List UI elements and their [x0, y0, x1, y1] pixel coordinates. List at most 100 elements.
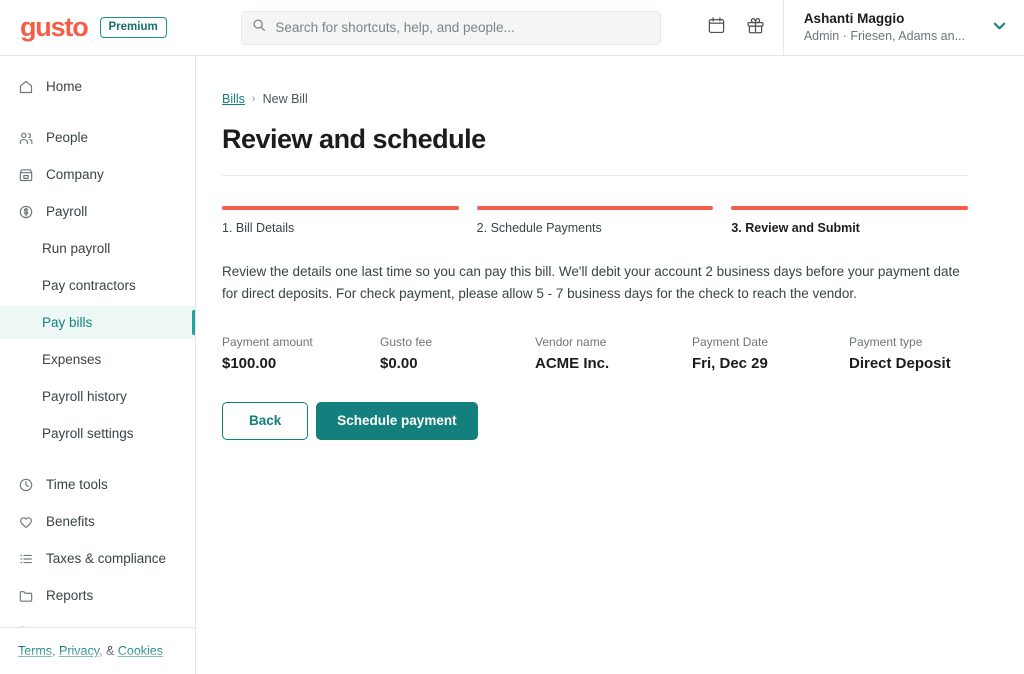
- summary-value: Fri, Dec 29: [692, 354, 768, 372]
- user-name: Ashanti Maggio: [803, 10, 905, 26]
- search-input[interactable]: [275, 20, 651, 35]
- title-divider: [222, 175, 968, 176]
- grid-plus-icon: [18, 625, 34, 627]
- brand-zone: gusto Premium: [0, 14, 196, 41]
- sidebar-nav[interactable]: Home People Company Payroll Run payroll Pay c…: [0, 56, 195, 627]
- sidebar-item-label: Payroll history: [42, 389, 127, 404]
- user-menu[interactable]: Ashanti Maggio Admin · Friesen, Adams an…: [784, 0, 1024, 56]
- summary-value: $0.00: [380, 354, 418, 372]
- user-info: Ashanti Maggio Admin · Friesen, Adams an…: [804, 10, 965, 45]
- gusto-logo[interactable]: gusto: [20, 14, 89, 41]
- sidebar-item-payroll-settings[interactable]: Payroll settings: [0, 417, 195, 450]
- sidebar-item-payroll-history[interactable]: Payroll history: [0, 380, 195, 413]
- top-bar-icons: [707, 16, 783, 40]
- summary-field-vendor-name: Vendor name ACME Inc.: [535, 335, 692, 372]
- summary-field-payment-type: Payment type Direct Deposit: [849, 335, 1009, 372]
- step-1[interactable]: 1. Bill Details: [222, 206, 459, 235]
- sidebar-item-label: Payroll settings: [42, 426, 134, 441]
- sidebar-item-run-payroll[interactable]: Run payroll: [0, 232, 195, 265]
- sidebar-item-taxes-compliance[interactable]: Taxes & compliance: [0, 542, 195, 575]
- user-role: Admin · Friesen, Adams an...: [803, 29, 965, 44]
- step-3[interactable]: 3. Review and Submit: [731, 206, 969, 235]
- dollar-circle-icon: [18, 204, 34, 220]
- sidebar-item-label: App directory: [46, 625, 126, 627]
- sidebar-item-people[interactable]: People: [0, 121, 195, 154]
- company-icon: [18, 167, 34, 183]
- step-label: 3. Review and Submit: [731, 221, 860, 235]
- sidebar-item-expenses[interactable]: Expenses: [0, 343, 195, 376]
- sidebar-item-label: Expenses: [42, 352, 102, 367]
- privacy-link[interactable]: Privacy: [59, 644, 99, 658]
- search-box[interactable]: [241, 10, 662, 45]
- sidebar-item-pay-contractors[interactable]: Pay contractors: [0, 269, 195, 302]
- cookies-link[interactable]: Cookies: [118, 644, 163, 658]
- sidebar-item-label: Taxes & compliance: [46, 551, 167, 566]
- top-navigation-bar: gusto Premium Search for shortcuts, help…: [0, 0, 1024, 56]
- sidebar-item-app-directory[interactable]: App directory: [0, 616, 195, 627]
- sidebar-item-pay-bills[interactable]: Pay bills: [0, 306, 195, 339]
- summary-label: Payment amount: [222, 334, 313, 349]
- sidebar-item-home[interactable]: Home: [0, 70, 195, 103]
- page-title: Review and schedule: [222, 124, 486, 154]
- plan-badge: Premium: [99, 16, 167, 39]
- active-indicator: [192, 310, 195, 335]
- breadcrumb-bills-link[interactable]: Bills: [222, 92, 245, 106]
- sidebar-item-label: Payroll: [46, 204, 88, 219]
- summary-value: ACME Inc.: [535, 354, 610, 372]
- app-body: Home People Company Payroll Run payroll Pay c…: [0, 56, 1024, 674]
- sidebar-item-label: Pay contractors: [42, 278, 136, 293]
- step-2[interactable]: 2. Schedule Payments: [476, 206, 714, 235]
- breadcrumb: Bills › New Bill: [222, 92, 968, 106]
- sidebar-item-label: Reports: [46, 588, 94, 603]
- summary-value: Direct Deposit: [849, 354, 951, 372]
- summary-label: Gusto fee: [380, 334, 433, 349]
- list-icon: [18, 551, 34, 567]
- step-label: 1. Bill Details: [222, 221, 295, 235]
- sidebar-item-payroll[interactable]: Payroll: [0, 195, 195, 228]
- calendar-icon[interactable]: [707, 16, 726, 40]
- sidebar: Home People Company Payroll Run payroll Pay c…: [0, 56, 196, 674]
- footer-sep-1: ,: [52, 644, 56, 658]
- summary-value: $100.00: [222, 354, 277, 372]
- search-icon: [252, 18, 266, 37]
- chevron-down-icon[interactable]: [991, 17, 1008, 39]
- summary-label: Vendor name: [535, 334, 607, 349]
- instructions-text: Review the details one last time so you …: [222, 264, 960, 301]
- summary-label: Payment type: [849, 334, 923, 349]
- gift-icon[interactable]: [746, 16, 765, 40]
- gusto-app-window: gusto Premium Search for shortcuts, help…: [0, 0, 1024, 674]
- sidebar-item-label: Time tools: [46, 477, 108, 492]
- folder-icon: [18, 588, 34, 604]
- schedule-payment-button[interactable]: Schedule payment: [316, 401, 478, 440]
- sidebar-item-reports[interactable]: Reports: [0, 579, 195, 612]
- payment-summary: Payment amount $100.00 Gusto fee $0.00 Vendo…: [222, 335, 968, 372]
- search-zone: [196, 10, 707, 45]
- sidebar-footer: Terms, Privacy, & Cookies: [0, 627, 195, 674]
- clock-icon: [18, 477, 34, 493]
- back-button[interactable]: Back: [222, 401, 309, 440]
- sidebar-item-label: Home: [46, 79, 83, 94]
- terms-link[interactable]: Terms: [18, 644, 52, 658]
- step-progress-bar: [476, 206, 714, 210]
- progress-stepper: 1. Bill Details 2. Schedule Payments 3. Re…: [222, 206, 969, 235]
- breadcrumb-current: New Bill: [262, 92, 308, 106]
- home-icon: [18, 79, 34, 95]
- people-icon: [18, 130, 34, 146]
- summary-label: Payment Date: [692, 334, 769, 349]
- heart-icon: [18, 514, 34, 530]
- sidebar-item-label: Pay bills: [42, 315, 93, 330]
- sidebar-item-time-tools[interactable]: Time tools: [0, 468, 195, 501]
- sidebar-item-benefits[interactable]: Benefits: [0, 505, 195, 538]
- main-content: Bills › New Bill Review and schedule 1. …: [196, 56, 1024, 674]
- footer-sep-2: , &: [99, 644, 115, 658]
- sidebar-item-label: Run payroll: [42, 241, 111, 256]
- step-label: 2. Schedule Payments: [476, 221, 602, 235]
- sidebar-item-company[interactable]: Company: [0, 158, 195, 191]
- summary-field-gusto-fee: Gusto fee $0.00: [380, 335, 535, 372]
- breadcrumb-separator: ›: [251, 93, 256, 105]
- sidebar-item-label: Benefits: [46, 514, 95, 529]
- step-progress-bar: [731, 206, 969, 210]
- sidebar-item-label: People: [46, 130, 89, 145]
